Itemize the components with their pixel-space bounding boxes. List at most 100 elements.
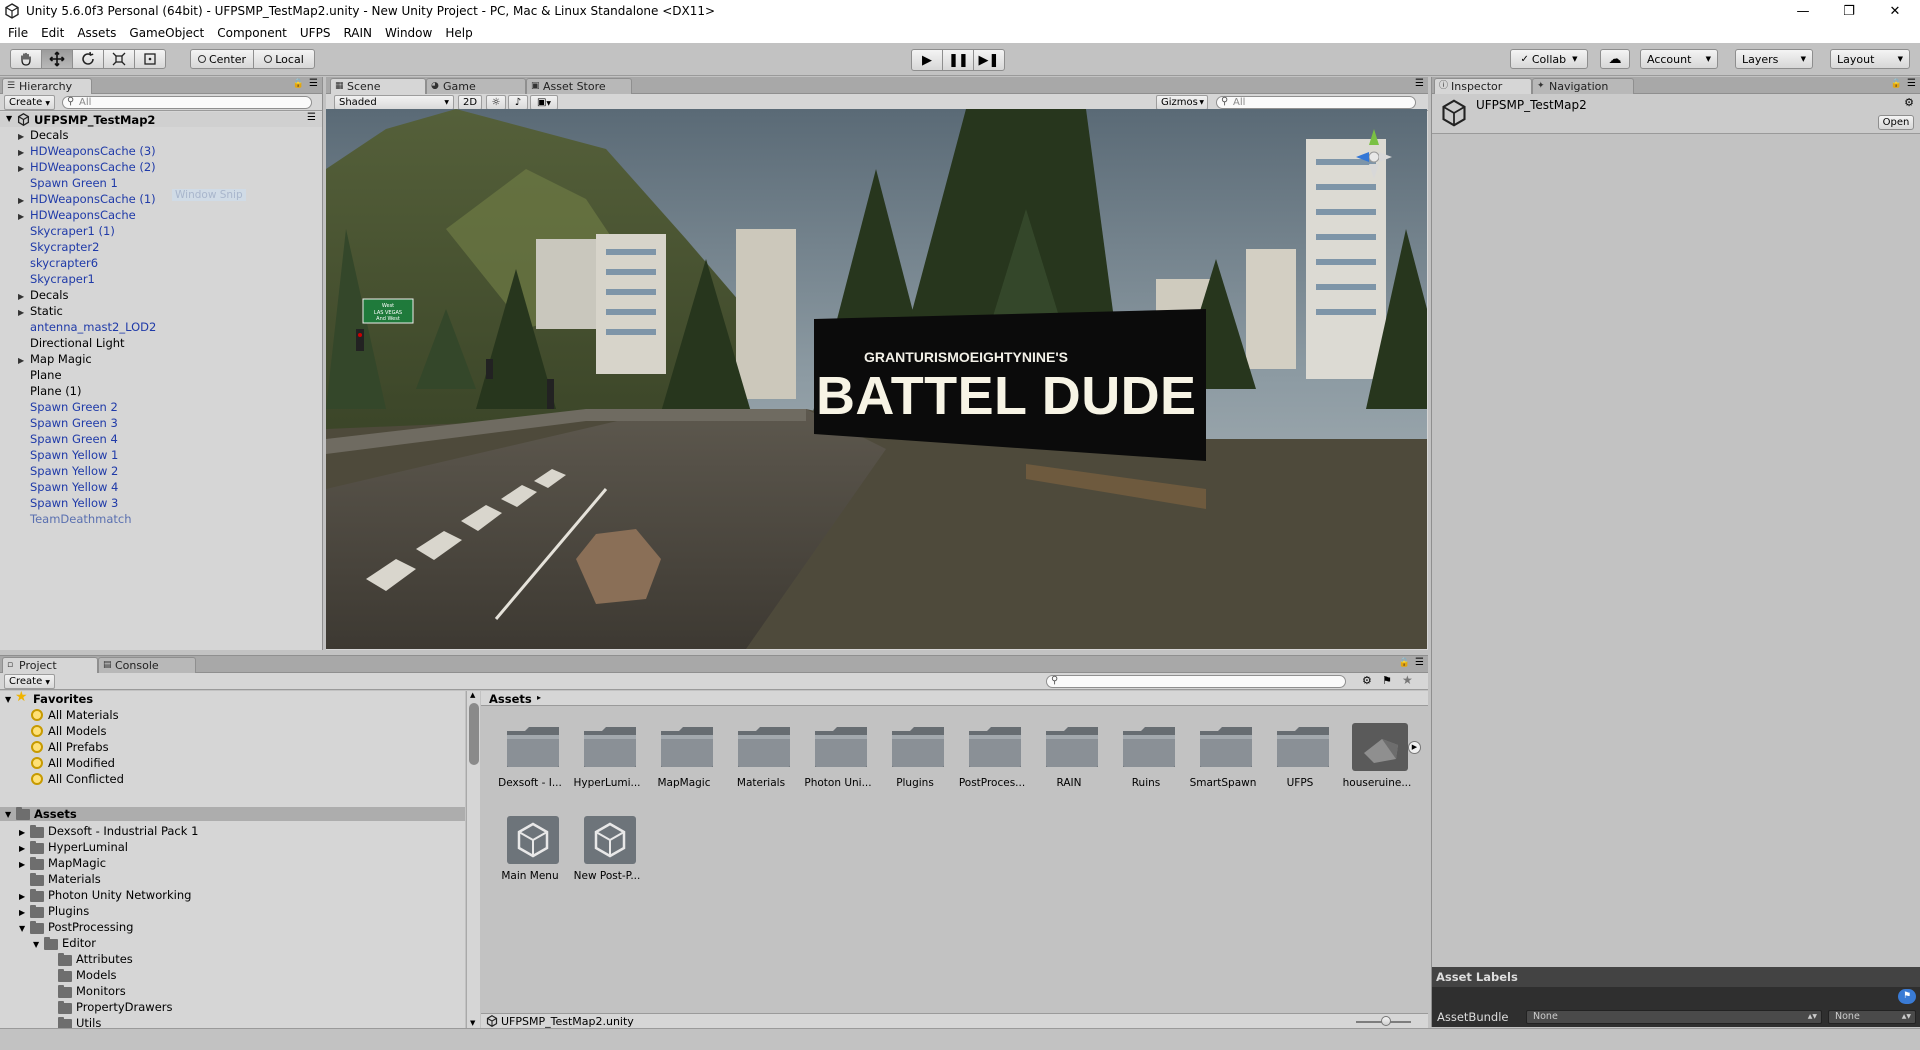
tab-inspector[interactable]: ⓘ Inspector xyxy=(1434,78,1532,95)
asset-grid-item[interactable]: Photon Uni... xyxy=(801,717,875,797)
hierarchy-item[interactable]: ▶ HDWeaponsCache xyxy=(0,209,320,222)
favorite-item[interactable]: All Conflicted xyxy=(0,773,465,786)
menu-assets[interactable]: Assets xyxy=(77,26,116,40)
restore-button[interactable]: ❐ xyxy=(1826,0,1872,22)
scene-search-input[interactable]: All xyxy=(1216,96,1416,109)
folder-tree-item[interactable]: ▼ PostProcessing xyxy=(0,921,465,934)
scene-menu-icon[interactable]: ☰ xyxy=(307,112,316,123)
hierarchy-item[interactable]: Spawn Green 4 xyxy=(0,433,320,446)
favorite-item[interactable]: All Prefabs xyxy=(0,741,465,754)
hierarchy-item[interactable]: Skycraper1 (1) xyxy=(0,225,320,238)
menu-ufps[interactable]: UFPS xyxy=(300,26,331,40)
hierarchy-item[interactable]: Spawn Green 2 xyxy=(0,401,320,414)
folder-tree-item[interactable]: ▶ Dexsoft - Industrial Pack 1 xyxy=(0,825,465,838)
expand-down-icon[interactable]: ▼ xyxy=(19,922,25,935)
folder-tree-item[interactable]: ▶ HyperLuminal xyxy=(0,841,465,854)
favorites-header[interactable]: ▼ ★ Favorites xyxy=(0,691,465,706)
menu-rain[interactable]: RAIN xyxy=(343,26,372,40)
pause-button[interactable]: ❚❚ xyxy=(942,49,974,71)
hierarchy-item[interactable]: ▶ Map Magic xyxy=(0,353,320,366)
panel-menu-icon[interactable]: ☰ xyxy=(1415,78,1424,89)
asset-grid-item[interactable]: ▶ houseruine... xyxy=(1340,717,1421,797)
folder-tree-item[interactable]: ▶ Plugins xyxy=(0,905,465,918)
hierarchy-item[interactable]: ▶ HDWeaponsCache (1) xyxy=(0,193,320,206)
menu-file[interactable]: File xyxy=(8,26,28,40)
asset-grid-item[interactable]: UFPS xyxy=(1263,717,1337,797)
expand-right-icon[interactable]: ▶ xyxy=(19,858,25,871)
tab-scene[interactable]: ▦ Scene xyxy=(330,78,426,95)
asset-grid-item[interactable]: Main Menu xyxy=(493,810,567,890)
close-window-button[interactable]: ✕ xyxy=(1872,0,1918,22)
asset-grid-item[interactable]: SmartSpawn xyxy=(1186,717,1260,797)
asset-grid-item[interactable]: New Post-P... xyxy=(570,810,644,890)
asset-grid-item[interactable]: Plugins xyxy=(878,717,952,797)
hierarchy-item[interactable]: Spawn Yellow 1 xyxy=(0,449,320,462)
space-local-toggle[interactable]: Local xyxy=(253,49,315,69)
hierarchy-item[interactable]: antenna_mast2_LOD2 xyxy=(0,321,320,334)
panel-menu-icon[interactable]: ☰ xyxy=(1415,657,1424,668)
hierarchy-item[interactable]: ▶ Static xyxy=(0,305,320,318)
hierarchy-item[interactable]: Spawn Yellow 2 xyxy=(0,465,320,478)
hierarchy-item[interactable]: Plane (1) xyxy=(0,385,320,398)
tab-project[interactable]: ▫ Project xyxy=(2,657,98,674)
cloud-button[interactable]: ☁ xyxy=(1600,49,1630,69)
menu-component[interactable]: Component xyxy=(217,26,287,40)
breadcrumb[interactable]: Assets xyxy=(489,692,532,706)
minimize-button[interactable]: — xyxy=(1780,0,1826,22)
expand-right-icon[interactable]: ▶ xyxy=(18,290,28,303)
favorite-item[interactable]: All Models xyxy=(0,725,465,738)
folder-tree-item[interactable]: ▶ MapMagic xyxy=(0,857,465,870)
step-button[interactable]: ▶❚ xyxy=(973,49,1005,71)
folder-tree-item[interactable]: Attributes xyxy=(0,953,465,966)
tab-hierarchy[interactable]: ☰ Hierarchy xyxy=(2,78,92,95)
gizmos-dropdown[interactable]: Gizmos ▼ xyxy=(1156,95,1208,110)
tab-game[interactable]: ◕ Game xyxy=(426,78,526,94)
folder-tree-item[interactable]: ▼ Editor xyxy=(0,937,465,950)
collab-dropdown[interactable]: ✓ Collab ▼ xyxy=(1510,49,1588,69)
expand-right-icon[interactable]: ▶ xyxy=(19,890,25,903)
shading-mode-dropdown[interactable]: Shaded ▼ xyxy=(334,95,454,110)
project-create-dropdown[interactable]: Create ▼ xyxy=(4,674,56,689)
assetbundle-dropdown[interactable]: None ▲▼ xyxy=(1526,1010,1822,1024)
hand-tool-button[interactable] xyxy=(10,49,42,69)
menu-gameobject[interactable]: GameObject xyxy=(129,26,204,40)
menu-help[interactable]: Help xyxy=(445,26,472,40)
expand-right-icon[interactable]: ▶ xyxy=(18,306,28,319)
label-tag-icon[interactable]: ⚑ xyxy=(1898,989,1916,1004)
filter-label-icon[interactable]: ⚑ xyxy=(1382,674,1392,687)
hierarchy-item[interactable]: TeamDeathmatch xyxy=(0,513,320,526)
layers-dropdown[interactable]: Layers ▼ xyxy=(1735,49,1813,69)
hierarchy-item[interactable]: Directional Light xyxy=(0,337,320,350)
lock-icon[interactable]: 🔒 xyxy=(293,79,304,89)
menu-edit[interactable]: Edit xyxy=(41,26,64,40)
hierarchy-search-input[interactable]: All xyxy=(62,96,312,109)
expand-down-icon[interactable]: ▼ xyxy=(33,938,39,951)
settings-gear-icon[interactable]: ⚙ xyxy=(1904,96,1914,109)
expand-right-icon[interactable]: ▶ xyxy=(19,906,25,919)
hierarchy-item[interactable]: Plane xyxy=(0,369,320,382)
account-dropdown[interactable]: Account ▼ xyxy=(1640,49,1718,69)
slider-knob[interactable] xyxy=(1381,1016,1391,1026)
asset-grid-item[interactable]: Materials xyxy=(724,717,798,797)
scrollbar-thumb[interactable] xyxy=(469,703,479,765)
lock-icon[interactable]: 🔒 xyxy=(1891,79,1902,89)
hierarchy-create-dropdown[interactable]: Create ▼ xyxy=(4,95,56,110)
layout-dropdown[interactable]: Layout ▼ xyxy=(1830,49,1910,69)
expand-right-icon[interactable]: ▶ xyxy=(18,162,28,175)
favorite-item[interactable]: All Modified xyxy=(0,757,465,770)
hierarchy-item[interactable]: Spawn Yellow 3 xyxy=(0,497,320,510)
scene-header-row[interactable]: ▼ UFPSMP_TestMap2 ☰ xyxy=(0,112,322,127)
menu-window[interactable]: Window xyxy=(385,26,432,40)
expand-right-icon[interactable]: ▶ xyxy=(18,130,28,143)
rotate-tool-button[interactable] xyxy=(72,49,104,69)
hierarchy-item[interactable]: ▶ Decals xyxy=(0,289,320,302)
expand-right-icon[interactable]: ▶ xyxy=(18,354,28,367)
expand-right-icon[interactable]: ▶ xyxy=(18,146,28,159)
hierarchy-item[interactable]: Spawn Yellow 4 xyxy=(0,481,320,494)
asset-grid-item[interactable]: MapMagic xyxy=(647,717,721,797)
expand-right-icon[interactable]: ▶ xyxy=(18,210,28,223)
folder-tree-item[interactable]: Materials xyxy=(0,873,465,886)
panel-menu-icon[interactable]: ☰ xyxy=(309,78,318,89)
hierarchy-item[interactable]: ▶ Decals xyxy=(0,129,320,142)
asset-grid-item[interactable]: Dexsoft - I... xyxy=(493,717,567,797)
